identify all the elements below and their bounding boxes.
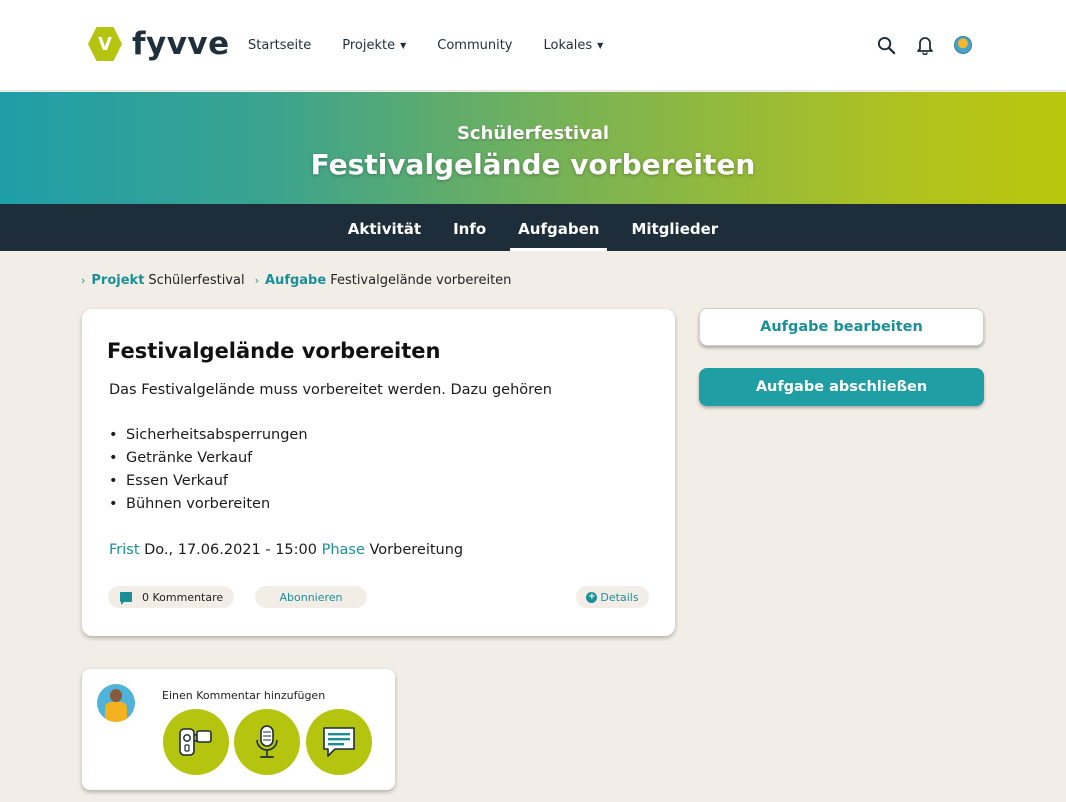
comment-composer: Einen Kommentar hinzufügen xyxy=(82,669,395,790)
phase-value: Vorbereitung xyxy=(369,542,464,558)
nav-label: Community xyxy=(437,38,513,53)
avatar xyxy=(97,684,135,722)
microphone-icon xyxy=(256,725,278,758)
edit-task-button[interactable]: Aufgabe bearbeiten xyxy=(699,308,984,346)
tab-info[interactable]: Info xyxy=(445,204,494,251)
complete-task-button[interactable]: Aufgabe abschließen xyxy=(699,368,984,406)
search-icon[interactable] xyxy=(875,34,897,56)
nav-lokales[interactable]: Lokales ▼ xyxy=(544,38,604,53)
breadcrumb-value[interactable]: Schülerfestival xyxy=(148,273,244,288)
details-button[interactable]: + Details xyxy=(576,586,649,608)
plus-circle-icon: + xyxy=(586,591,598,603)
task-item-list: Sicherheitsabsperrungen Getränke Verkauf… xyxy=(109,427,308,519)
logo-badge-icon: V xyxy=(88,27,122,61)
fyvve-logo[interactable]: V fyvve xyxy=(88,27,230,61)
user-avatar[interactable] xyxy=(952,34,974,56)
text-message-icon xyxy=(323,727,355,757)
tab-aktivitaet[interactable]: Aktivität xyxy=(340,204,429,251)
task-meta: Frist Do., 17.06.2021 - 15:00 Phase Vorb… xyxy=(109,542,463,558)
nav-label: Startseite xyxy=(248,38,312,53)
deadline-value: Do., 17.06.2021 - 15:00 xyxy=(144,542,317,558)
banner-subtitle: Schülerfestival xyxy=(456,123,610,144)
task-title: Festivalgelände vorbereiten xyxy=(107,339,441,363)
subscribe-button[interactable]: Abonnieren xyxy=(255,586,367,608)
video-comment-button[interactable] xyxy=(163,709,229,775)
breadcrumb-key[interactable]: Aufgabe xyxy=(265,273,326,288)
nav-label: Lokales xyxy=(543,38,593,53)
avatar-image xyxy=(954,36,972,54)
task-description: Das Festivalgelände muss vorbereitet wer… xyxy=(109,382,552,398)
phase-label: Phase xyxy=(321,542,365,558)
list-item: Sicherheitsabsperrungen xyxy=(109,427,308,450)
breadcrumb: › Projekt Schülerfestival › Aufgabe Fest… xyxy=(81,273,521,288)
list-item: Bühnen vorbereiten xyxy=(109,496,308,519)
list-item: Essen Verkauf xyxy=(109,473,308,496)
text-comment-button[interactable] xyxy=(306,709,372,775)
add-comment-label: Einen Kommentar hinzufügen xyxy=(162,689,326,702)
comments-button[interactable]: 0 Kommentare xyxy=(108,586,234,608)
nav-projekte[interactable]: Projekte ▼ xyxy=(342,38,406,53)
details-label: Details xyxy=(600,590,639,604)
deadline-label: Frist xyxy=(109,542,140,558)
caret-down-icon: ▼ xyxy=(400,41,407,50)
tab-aufgaben[interactable]: Aufgaben xyxy=(510,204,608,251)
nav-community[interactable]: Community xyxy=(437,38,512,53)
breadcrumb-key[interactable]: Projekt xyxy=(91,273,144,288)
list-item: Getränke Verkauf xyxy=(109,450,308,473)
video-icon xyxy=(179,728,212,756)
chevron-right-icon: › xyxy=(81,274,86,287)
project-banner: Schülerfestival Festivalgelände vorberei… xyxy=(0,92,1066,204)
nav-label: Projekte xyxy=(342,38,396,53)
project-tabs: Aktivität Info Aufgaben Mitglieder xyxy=(0,204,1066,251)
main-nav: Startseite Projekte ▼ Community Lokales ▼ xyxy=(248,38,634,53)
comments-count: 0 Kommentare xyxy=(142,590,224,604)
banner-title: Festivalgelände vorbereiten xyxy=(310,148,756,181)
chevron-right-icon: › xyxy=(254,274,259,287)
audio-comment-button[interactable] xyxy=(234,709,300,775)
tab-mitglieder[interactable]: Mitglieder xyxy=(623,204,726,251)
logo-text: fyvve xyxy=(132,25,230,62)
bell-icon[interactable] xyxy=(914,34,936,56)
top-header: V fyvve Startseite Projekte ▼ Community L… xyxy=(0,0,1066,91)
breadcrumb-value[interactable]: Festivalgelände vorbereiten xyxy=(330,273,511,288)
nav-startseite[interactable]: Startseite xyxy=(248,38,311,53)
caret-down-icon: ▼ xyxy=(597,41,604,50)
task-card: Festivalgelände vorbereiten Das Festival… xyxy=(82,309,675,636)
comment-icon xyxy=(120,592,132,605)
